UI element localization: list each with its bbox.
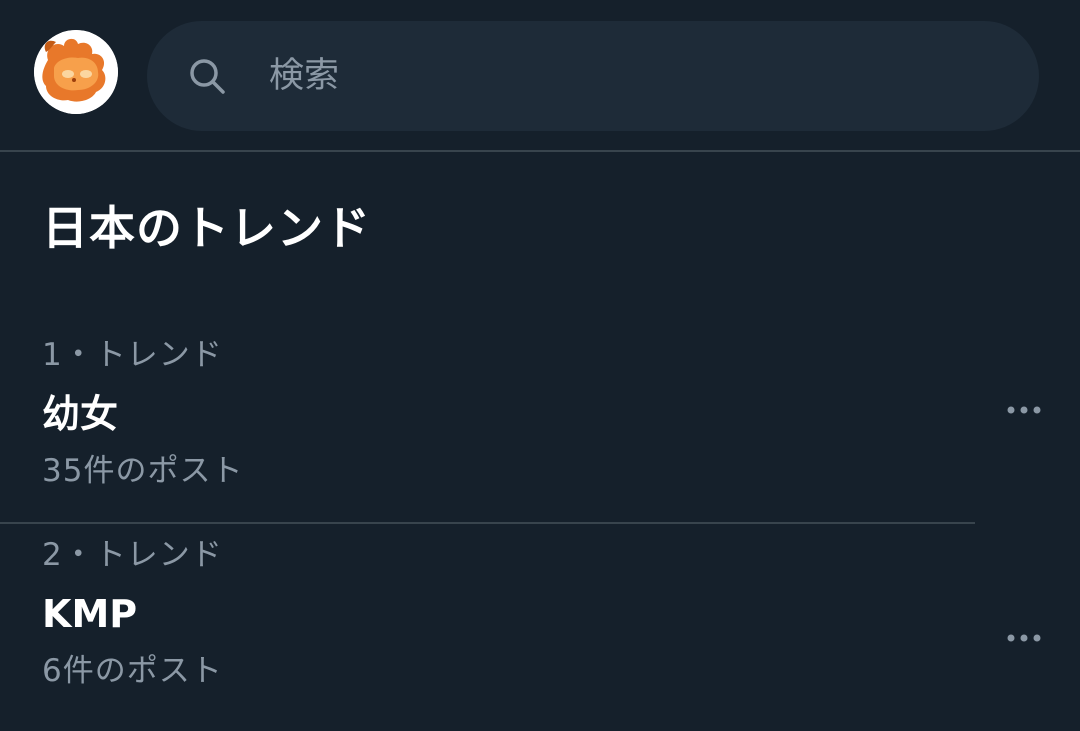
more-horizontal-icon	[1007, 634, 1041, 642]
trend-item[interactable]: 2・トレンド KMP 6件のポスト	[0, 526, 1080, 731]
trend-rank-label: 2・トレンド	[42, 537, 223, 573]
divider	[0, 522, 975, 524]
search-input[interactable]	[269, 41, 1009, 111]
section-title: 日本のトレンド	[42, 201, 371, 255]
avatar[interactable]	[34, 30, 118, 114]
more-options-button[interactable]	[996, 618, 1052, 658]
top-bar	[0, 0, 1080, 152]
more-horizontal-icon	[1007, 406, 1041, 414]
search-icon	[187, 56, 227, 96]
more-options-button[interactable]	[996, 390, 1052, 430]
trend-item[interactable]: 1・トレンド 幼女 35件のポスト	[0, 326, 1080, 524]
avatar-image	[34, 30, 118, 114]
trend-post-count: 35件のポスト	[42, 453, 244, 489]
trend-name: KMP	[42, 592, 138, 636]
trend-post-count: 6件のポスト	[42, 653, 223, 689]
search-bar[interactable]	[147, 21, 1039, 131]
trend-name: 幼女	[42, 392, 119, 436]
trend-rank-label: 1・トレンド	[42, 337, 223, 373]
